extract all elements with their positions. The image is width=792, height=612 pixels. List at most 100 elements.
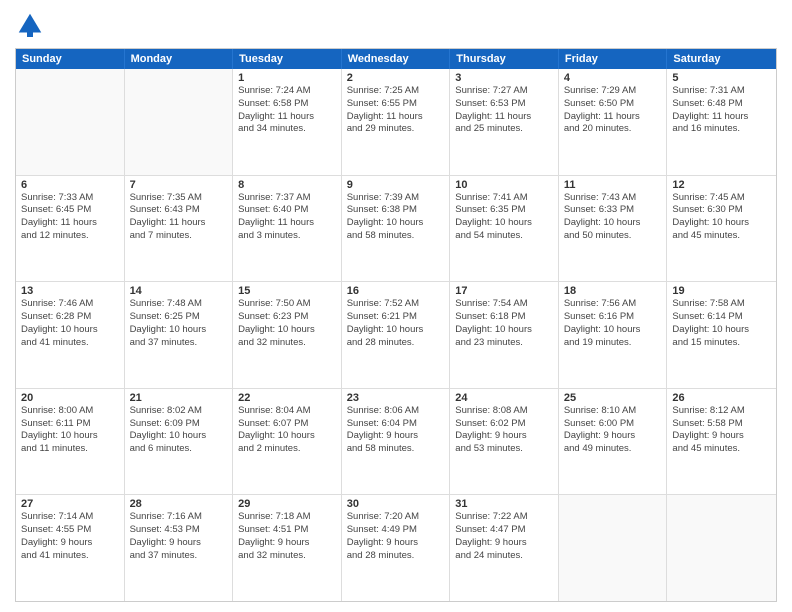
calendar-cell: 10Sunrise: 7:41 AMSunset: 6:35 PMDayligh… [450,176,559,282]
calendar-cell: 18Sunrise: 7:56 AMSunset: 6:16 PMDayligh… [559,282,668,388]
calendar-body: 1Sunrise: 7:24 AMSunset: 6:58 PMDaylight… [16,69,776,601]
day-number: 12 [672,179,771,191]
calendar-cell: 27Sunrise: 7:14 AMSunset: 4:55 PMDayligh… [16,495,125,601]
page: SundayMondayTuesdayWednesdayThursdayFrid… [0,0,792,612]
calendar-cell: 6Sunrise: 7:33 AMSunset: 6:45 PMDaylight… [16,176,125,282]
calendar-row-3: 20Sunrise: 8:00 AMSunset: 6:11 PMDayligh… [16,389,776,496]
day-number: 2 [347,72,445,84]
day-number: 15 [238,285,336,297]
day-number: 24 [455,392,553,404]
day-number: 21 [130,392,228,404]
calendar-cell: 30Sunrise: 7:20 AMSunset: 4:49 PMDayligh… [342,495,451,601]
calendar-row-0: 1Sunrise: 7:24 AMSunset: 6:58 PMDaylight… [16,69,776,176]
cell-info: Sunrise: 7:45 AMSunset: 6:30 PMDaylight:… [672,192,771,243]
cell-info: Sunrise: 7:24 AMSunset: 6:58 PMDaylight:… [238,85,336,136]
day-number: 18 [564,285,662,297]
day-number: 14 [130,285,228,297]
cell-info: Sunrise: 7:18 AMSunset: 4:51 PMDaylight:… [238,511,336,562]
day-number: 19 [672,285,771,297]
day-number: 1 [238,72,336,84]
calendar-cell [559,495,668,601]
cell-info: Sunrise: 7:50 AMSunset: 6:23 PMDaylight:… [238,298,336,349]
calendar-cell: 4Sunrise: 7:29 AMSunset: 6:50 PMDaylight… [559,69,668,175]
day-number: 8 [238,179,336,191]
calendar-cell: 1Sunrise: 7:24 AMSunset: 6:58 PMDaylight… [233,69,342,175]
calendar-row-2: 13Sunrise: 7:46 AMSunset: 6:28 PMDayligh… [16,282,776,389]
cell-info: Sunrise: 7:31 AMSunset: 6:48 PMDaylight:… [672,85,771,136]
calendar-cell: 23Sunrise: 8:06 AMSunset: 6:04 PMDayligh… [342,389,451,495]
calendar-cell: 5Sunrise: 7:31 AMSunset: 6:48 PMDaylight… [667,69,776,175]
cell-info: Sunrise: 8:04 AMSunset: 6:07 PMDaylight:… [238,405,336,456]
day-number: 27 [21,498,119,510]
calendar-cell: 12Sunrise: 7:45 AMSunset: 6:30 PMDayligh… [667,176,776,282]
calendar-cell: 14Sunrise: 7:48 AMSunset: 6:25 PMDayligh… [125,282,234,388]
calendar: SundayMondayTuesdayWednesdayThursdayFrid… [15,48,777,602]
logo-icon [15,10,45,40]
cell-info: Sunrise: 8:02 AMSunset: 6:09 PMDaylight:… [130,405,228,456]
calendar-cell: 16Sunrise: 7:52 AMSunset: 6:21 PMDayligh… [342,282,451,388]
cell-info: Sunrise: 7:33 AMSunset: 6:45 PMDaylight:… [21,192,119,243]
cell-info: Sunrise: 7:29 AMSunset: 6:50 PMDaylight:… [564,85,662,136]
calendar-cell: 8Sunrise: 7:37 AMSunset: 6:40 PMDaylight… [233,176,342,282]
calendar-cell: 19Sunrise: 7:58 AMSunset: 6:14 PMDayligh… [667,282,776,388]
cell-info: Sunrise: 7:37 AMSunset: 6:40 PMDaylight:… [238,192,336,243]
cell-info: Sunrise: 7:48 AMSunset: 6:25 PMDaylight:… [130,298,228,349]
day-number: 7 [130,179,228,191]
cell-info: Sunrise: 8:06 AMSunset: 6:04 PMDaylight:… [347,405,445,456]
calendar-cell: 20Sunrise: 8:00 AMSunset: 6:11 PMDayligh… [16,389,125,495]
cell-info: Sunrise: 8:10 AMSunset: 6:00 PMDaylight:… [564,405,662,456]
cell-info: Sunrise: 7:58 AMSunset: 6:14 PMDaylight:… [672,298,771,349]
cell-info: Sunrise: 7:41 AMSunset: 6:35 PMDaylight:… [455,192,553,243]
calendar-cell: 2Sunrise: 7:25 AMSunset: 6:55 PMDaylight… [342,69,451,175]
header-day-monday: Monday [125,49,234,69]
cell-info: Sunrise: 7:25 AMSunset: 6:55 PMDaylight:… [347,85,445,136]
day-number: 13 [21,285,119,297]
day-number: 20 [21,392,119,404]
calendar-cell: 3Sunrise: 7:27 AMSunset: 6:53 PMDaylight… [450,69,559,175]
header-day-thursday: Thursday [450,49,559,69]
day-number: 10 [455,179,553,191]
header-day-saturday: Saturday [667,49,776,69]
day-number: 5 [672,72,771,84]
header-day-wednesday: Wednesday [342,49,451,69]
cell-info: Sunrise: 7:39 AMSunset: 6:38 PMDaylight:… [347,192,445,243]
cell-info: Sunrise: 7:20 AMSunset: 4:49 PMDaylight:… [347,511,445,562]
calendar-cell: 11Sunrise: 7:43 AMSunset: 6:33 PMDayligh… [559,176,668,282]
day-number: 26 [672,392,771,404]
logo [15,10,47,40]
day-number: 16 [347,285,445,297]
calendar-cell: 17Sunrise: 7:54 AMSunset: 6:18 PMDayligh… [450,282,559,388]
calendar-cell: 7Sunrise: 7:35 AMSunset: 6:43 PMDaylight… [125,176,234,282]
calendar-cell [125,69,234,175]
cell-info: Sunrise: 7:35 AMSunset: 6:43 PMDaylight:… [130,192,228,243]
day-number: 23 [347,392,445,404]
day-number: 30 [347,498,445,510]
cell-info: Sunrise: 8:00 AMSunset: 6:11 PMDaylight:… [21,405,119,456]
cell-info: Sunrise: 7:27 AMSunset: 6:53 PMDaylight:… [455,85,553,136]
calendar-cell: 15Sunrise: 7:50 AMSunset: 6:23 PMDayligh… [233,282,342,388]
calendar-cell [16,69,125,175]
calendar-cell: 29Sunrise: 7:18 AMSunset: 4:51 PMDayligh… [233,495,342,601]
day-number: 25 [564,392,662,404]
cell-info: Sunrise: 7:46 AMSunset: 6:28 PMDaylight:… [21,298,119,349]
day-number: 11 [564,179,662,191]
cell-info: Sunrise: 7:16 AMSunset: 4:53 PMDaylight:… [130,511,228,562]
calendar-cell [667,495,776,601]
calendar-row-4: 27Sunrise: 7:14 AMSunset: 4:55 PMDayligh… [16,495,776,601]
calendar-cell: 25Sunrise: 8:10 AMSunset: 6:00 PMDayligh… [559,389,668,495]
calendar-cell: 28Sunrise: 7:16 AMSunset: 4:53 PMDayligh… [125,495,234,601]
day-number: 22 [238,392,336,404]
calendar-cell: 22Sunrise: 8:04 AMSunset: 6:07 PMDayligh… [233,389,342,495]
calendar-cell: 13Sunrise: 7:46 AMSunset: 6:28 PMDayligh… [16,282,125,388]
header-day-tuesday: Tuesday [233,49,342,69]
calendar-cell: 21Sunrise: 8:02 AMSunset: 6:09 PMDayligh… [125,389,234,495]
cell-info: Sunrise: 7:52 AMSunset: 6:21 PMDaylight:… [347,298,445,349]
header [15,10,777,40]
day-number: 9 [347,179,445,191]
header-day-sunday: Sunday [16,49,125,69]
day-number: 3 [455,72,553,84]
cell-info: Sunrise: 7:43 AMSunset: 6:33 PMDaylight:… [564,192,662,243]
cell-info: Sunrise: 7:14 AMSunset: 4:55 PMDaylight:… [21,511,119,562]
cell-info: Sunrise: 7:22 AMSunset: 4:47 PMDaylight:… [455,511,553,562]
day-number: 28 [130,498,228,510]
